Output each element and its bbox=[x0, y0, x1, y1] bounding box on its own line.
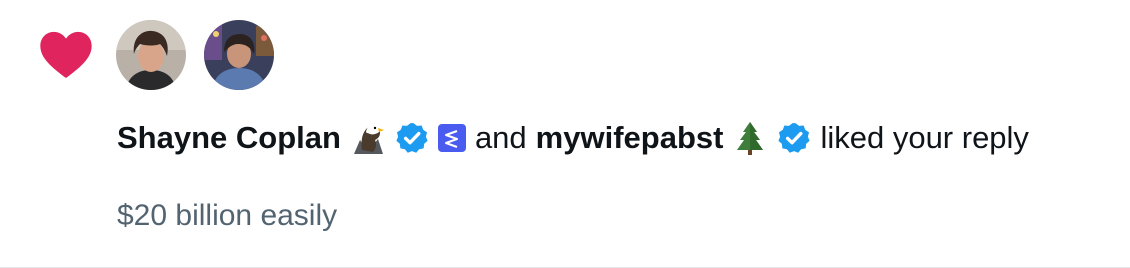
notification-text: Shayne Coplan and mywifepabst liked your… bbox=[117, 115, 1029, 161]
verified-badge-icon bbox=[395, 121, 429, 155]
affiliate-badge-icon[interactable] bbox=[437, 124, 466, 152]
verified-badge-icon bbox=[777, 121, 811, 155]
user-name-2[interactable]: mywifepabst bbox=[536, 115, 724, 161]
reply-preview[interactable]: $20 billion easily bbox=[117, 196, 337, 236]
avatar[interactable] bbox=[116, 20, 186, 90]
like-notification[interactable]: Shayne Coplan and mywifepabst liked your… bbox=[0, 0, 1130, 268]
avatar[interactable] bbox=[204, 20, 274, 90]
connector-text: and bbox=[474, 120, 527, 155]
user-name-1[interactable]: Shayne Coplan bbox=[117, 115, 341, 161]
eagle-icon bbox=[350, 120, 386, 156]
heart-icon bbox=[38, 28, 94, 80]
action-text: liked your reply bbox=[820, 120, 1029, 155]
evergreen-tree-icon bbox=[732, 120, 768, 156]
